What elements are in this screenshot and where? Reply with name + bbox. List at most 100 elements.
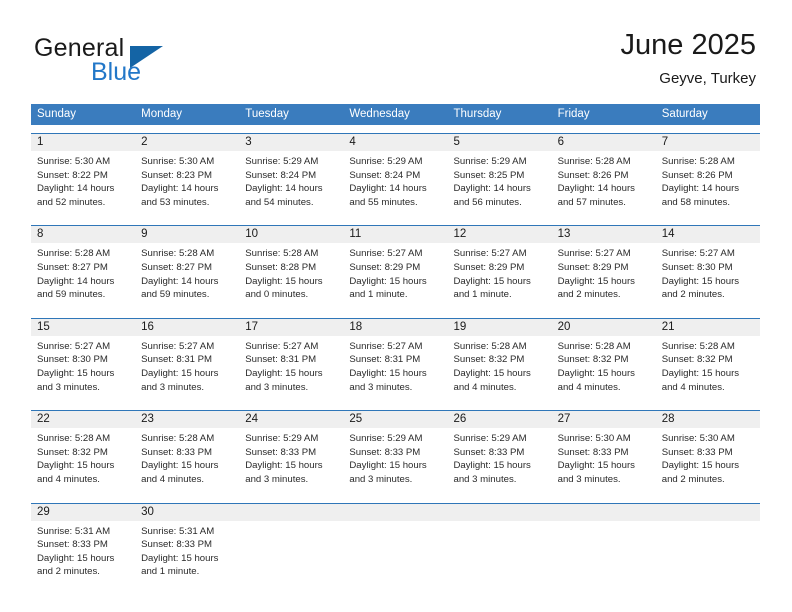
- weekday-header-friday: Friday: [557, 108, 590, 120]
- day-cell[interactable]: Sunrise: 5:30 AM Sunset: 8:22 PM Dayligh…: [31, 151, 135, 217]
- day-cell[interactable]: Sunrise: 5:28 AM Sunset: 8:33 PM Dayligh…: [135, 428, 239, 494]
- sunset-text: Sunset: 8:31 PM: [245, 354, 317, 366]
- day-cell[interactable]: Sunrise: 5:29 AM Sunset: 8:24 PM Dayligh…: [239, 151, 343, 217]
- day-cell[interactable]: Sunrise: 5:28 AM Sunset: 8:32 PM Dayligh…: [656, 336, 760, 402]
- day-number[interactable]: 6: [552, 134, 656, 151]
- day-cell[interactable]: Sunrise: 5:28 AM Sunset: 8:26 PM Dayligh…: [656, 151, 760, 217]
- day-number[interactable]: 21: [656, 319, 760, 336]
- day-cell[interactable]: Sunrise: 5:30 AM Sunset: 8:33 PM Dayligh…: [552, 428, 656, 494]
- day-cell[interactable]: Sunrise: 5:30 AM Sunset: 8:33 PM Dayligh…: [656, 428, 760, 494]
- day-cell[interactable]: Sunrise: 5:27 AM Sunset: 8:31 PM Dayligh…: [239, 336, 343, 402]
- day-cell[interactable]: Sunrise: 5:29 AM Sunset: 8:33 PM Dayligh…: [448, 428, 552, 494]
- daylight-text: Daylight: 15 hours and 3 minutes.: [349, 460, 427, 485]
- day-number[interactable]: 13: [552, 226, 656, 243]
- day-cell[interactable]: Sunrise: 5:28 AM Sunset: 8:27 PM Dayligh…: [135, 243, 239, 309]
- day-number[interactable]: 27: [552, 411, 656, 428]
- sunset-text: Sunset: 8:28 PM: [245, 261, 317, 273]
- sunset-text: Sunset: 8:30 PM: [661, 261, 733, 273]
- week-day-number-band: 29 30: [31, 503, 760, 521]
- day-number[interactable]: 28: [656, 411, 760, 428]
- daylight-text: Daylight: 15 hours and 4 minutes.: [453, 367, 531, 393]
- sunrise-text: Sunrise: 5:30 AM: [557, 433, 631, 445]
- daylight-text: Daylight: 14 hours and 58 minutes.: [661, 183, 740, 208]
- day-number[interactable]: 2: [135, 134, 239, 151]
- sunset-text: Sunset: 8:31 PM: [141, 354, 213, 366]
- sunset-text: Sunset: 8:33 PM: [141, 446, 213, 458]
- day-cell[interactable]: Sunrise: 5:28 AM Sunset: 8:32 PM Dayligh…: [448, 336, 552, 402]
- sunrise-text: Sunrise: 5:27 AM: [141, 340, 215, 352]
- day-cell[interactable]: Sunrise: 5:27 AM Sunset: 8:29 PM Dayligh…: [448, 243, 552, 309]
- day-cell[interactable]: Sunrise: 5:30 AM Sunset: 8:23 PM Dayligh…: [135, 151, 239, 217]
- sunrise-text: Sunrise: 5:28 AM: [661, 340, 735, 352]
- day-number[interactable]: 15: [31, 319, 135, 336]
- day-cell[interactable]: Sunrise: 5:27 AM Sunset: 8:30 PM Dayligh…: [656, 243, 760, 309]
- daylight-text: Daylight: 15 hours and 4 minutes.: [661, 367, 740, 393]
- day-number[interactable]: 17: [239, 319, 343, 336]
- sunset-text: Sunset: 8:27 PM: [37, 261, 108, 273]
- day-number[interactable]: 25: [343, 411, 447, 428]
- day-cell[interactable]: Sunrise: 5:27 AM Sunset: 8:29 PM Dayligh…: [343, 243, 447, 309]
- day-number[interactable]: 11: [343, 226, 447, 243]
- day-number[interactable]: 8: [31, 226, 135, 243]
- day-cell[interactable]: Sunrise: 5:31 AM Sunset: 8:33 PM Dayligh…: [135, 521, 239, 587]
- day-number[interactable]: 16: [135, 319, 239, 336]
- brand-name-blue: Blue: [91, 58, 142, 86]
- day-number[interactable]: 19: [448, 319, 552, 336]
- sunset-text: Sunset: 8:33 PM: [245, 446, 317, 458]
- day-number[interactable]: 22: [31, 411, 135, 428]
- day-cell[interactable]: Sunrise: 5:27 AM Sunset: 8:30 PM Dayligh…: [31, 336, 135, 402]
- sunset-text: Sunset: 8:32 PM: [661, 354, 733, 366]
- day-cell[interactable]: Sunrise: 5:29 AM Sunset: 8:33 PM Dayligh…: [343, 428, 447, 494]
- day-cell[interactable]: Sunrise: 5:29 AM Sunset: 8:24 PM Dayligh…: [343, 151, 447, 217]
- brand-logo[interactable]: General Blue: [34, 34, 264, 90]
- sunset-text: Sunset: 8:31 PM: [349, 354, 421, 366]
- week-detail-band: Sunrise: 5:28 AM Sunset: 8:32 PM Dayligh…: [31, 428, 760, 495]
- sunrise-text: Sunrise: 5:31 AM: [141, 525, 215, 537]
- day-number[interactable]: 10: [239, 226, 343, 243]
- sunset-text: Sunset: 8:33 PM: [141, 539, 213, 551]
- day-cell[interactable]: Sunrise: 5:28 AM Sunset: 8:27 PM Dayligh…: [31, 243, 135, 309]
- day-cell[interactable]: Sunrise: 5:27 AM Sunset: 8:31 PM Dayligh…: [343, 336, 447, 402]
- day-number[interactable]: 24: [239, 411, 343, 428]
- sunset-text: Sunset: 8:27 PM: [141, 261, 213, 273]
- day-number[interactable]: 30: [135, 504, 239, 521]
- day-number[interactable]: 14: [656, 226, 760, 243]
- sunset-text: Sunset: 8:30 PM: [37, 354, 108, 366]
- day-number[interactable]: 20: [552, 319, 656, 336]
- day-number-empty: [448, 504, 552, 521]
- day-cell[interactable]: Sunrise: 5:28 AM Sunset: 8:28 PM Dayligh…: [239, 243, 343, 309]
- sunrise-text: Sunrise: 5:27 AM: [37, 340, 111, 352]
- sunrise-text: Sunrise: 5:29 AM: [245, 156, 319, 167]
- day-cell[interactable]: Sunrise: 5:28 AM Sunset: 8:32 PM Dayligh…: [31, 428, 135, 494]
- day-number[interactable]: 18: [343, 319, 447, 336]
- day-cell[interactable]: Sunrise: 5:29 AM Sunset: 8:25 PM Dayligh…: [448, 151, 552, 217]
- day-cell[interactable]: Sunrise: 5:28 AM Sunset: 8:32 PM Dayligh…: [552, 336, 656, 402]
- daylight-text: Daylight: 15 hours and 4 minutes.: [37, 460, 115, 485]
- day-number[interactable]: 12: [448, 226, 552, 243]
- empty-day-cell: [656, 521, 760, 587]
- day-cell[interactable]: Sunrise: 5:28 AM Sunset: 8:26 PM Dayligh…: [552, 151, 656, 217]
- day-number[interactable]: 9: [135, 226, 239, 243]
- day-number[interactable]: 3: [239, 134, 343, 151]
- empty-day-cell: [239, 521, 343, 587]
- day-number[interactable]: 5: [448, 134, 552, 151]
- day-number[interactable]: 4: [343, 134, 447, 151]
- day-cell[interactable]: Sunrise: 5:31 AM Sunset: 8:33 PM Dayligh…: [31, 521, 135, 587]
- week-day-number-band: 15 16 17 18 19 20 21: [31, 318, 760, 336]
- day-cell[interactable]: Sunrise: 5:29 AM Sunset: 8:33 PM Dayligh…: [239, 428, 343, 494]
- sunrise-text: Sunrise: 5:28 AM: [245, 248, 319, 260]
- day-number[interactable]: 23: [135, 411, 239, 428]
- daylight-text: Daylight: 14 hours and 57 minutes.: [557, 183, 635, 208]
- daylight-text: Daylight: 15 hours and 2 minutes.: [661, 275, 740, 301]
- day-number[interactable]: 29: [31, 504, 135, 521]
- day-number[interactable]: 26: [448, 411, 552, 428]
- sunrise-text: Sunrise: 5:28 AM: [453, 340, 527, 352]
- sunrise-text: Sunrise: 5:27 AM: [349, 340, 423, 352]
- sunrise-text: Sunrise: 5:28 AM: [141, 433, 215, 445]
- day-number[interactable]: 1: [31, 134, 135, 151]
- daylight-text: Daylight: 15 hours and 3 minutes.: [349, 367, 427, 393]
- sunset-text: Sunset: 8:33 PM: [453, 446, 525, 458]
- day-number[interactable]: 7: [656, 134, 760, 151]
- day-cell[interactable]: Sunrise: 5:27 AM Sunset: 8:29 PM Dayligh…: [552, 243, 656, 309]
- day-cell[interactable]: Sunrise: 5:27 AM Sunset: 8:31 PM Dayligh…: [135, 336, 239, 402]
